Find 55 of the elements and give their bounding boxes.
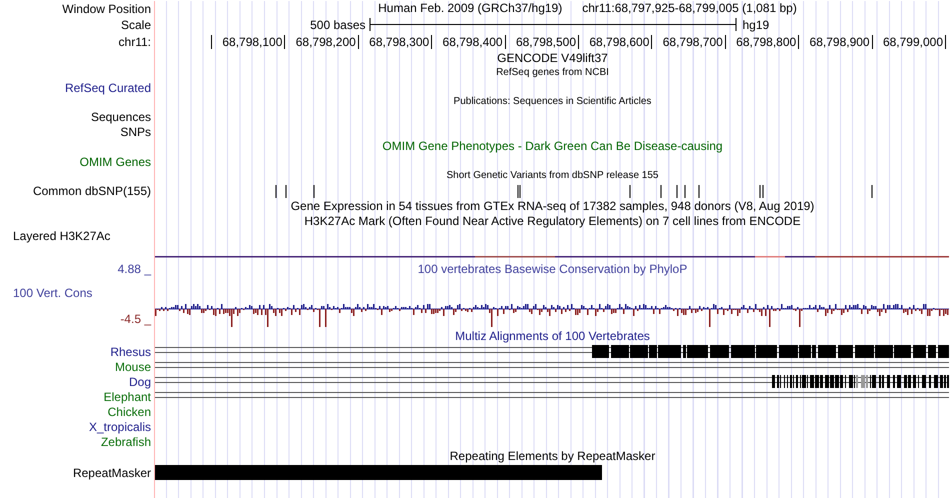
ruler-label: 68,798,800 — [736, 35, 796, 49]
window-position-label: Window Position — [62, 2, 151, 16]
chromosome-label: chr11: — [118, 35, 151, 49]
ruler-tick — [945, 35, 946, 49]
track-label: 100 Vert. Cons — [12, 286, 92, 300]
track-label: Zebrafish — [100, 434, 151, 448]
track-label: Dog — [128, 374, 151, 388]
ruler-tick — [431, 35, 432, 49]
track-label: SNPs — [120, 124, 151, 138]
ruler-tick — [872, 35, 873, 49]
assembly-title: Human Feb. 2009 (GRCh37/hg19) — [378, 1, 562, 15]
track-title: 100 vertebrates Basewise Conservation by PhyloP — [418, 262, 688, 277]
track-label: Sequences — [90, 110, 151, 124]
track-title: H3K27Ac Mark (Often Found Near Active Regulatory Elements) on 7 cell lines from ENCODE — [304, 214, 801, 229]
ruler-tick — [724, 35, 726, 49]
track-label: RepeatMasker — [72, 466, 151, 480]
ruler-label: 68,798,400 — [442, 35, 503, 49]
track-label: Mouse — [114, 360, 151, 374]
track-title: RefSeq genes from NCBI — [496, 66, 609, 80]
ruler-tick — [651, 35, 652, 49]
ruler-label: 68,798,300 — [369, 35, 430, 49]
track-label: Chicken — [108, 404, 151, 418]
track-label: Elephant — [104, 390, 151, 404]
track-title: Short Genetic Variants from dbSNP release 155 — [446, 169, 658, 183]
track-label: Layered H3K27Ac — [13, 229, 110, 243]
position-text: chr11:68,797,925-68,799,005 (1,081 bp) — [582, 1, 797, 15]
track-label: X_tropicalis — [88, 420, 151, 434]
track-label: RefSeq Curated — [64, 80, 151, 94]
axis-max-label: 4.88 _ — [118, 262, 151, 276]
track-label: OMIM Genes — [80, 154, 151, 168]
ruler-tick — [504, 35, 506, 49]
axis-min-label: -4.5 _ — [120, 312, 151, 326]
ruler-label: 68,799,000 — [882, 35, 943, 49]
track-title: Publications: Sequences in Scientific Articles — [454, 95, 652, 109]
assembly-name: hg19 — [742, 18, 770, 32]
scale-text: 500 bases — [309, 18, 366, 32]
track-title: Multiz Alignments of 100 Vertebrates — [455, 329, 650, 344]
ruler-tick — [284, 35, 286, 49]
ruler-tick — [358, 35, 359, 49]
ruler-label: 68,798,200 — [296, 35, 356, 49]
ruler-label: 68,798,900 — [810, 35, 870, 49]
ruler-tick — [211, 35, 212, 49]
track-title: Repeating Elements by RepeatMasker — [450, 449, 656, 464]
ruler-label: 68,798,700 — [662, 35, 723, 49]
track-label: Common dbSNP(155) — [32, 184, 151, 198]
track-title: GENCODE V49lift37 — [497, 51, 608, 66]
scale-label: Scale — [120, 18, 151, 32]
ruler-tick — [578, 35, 579, 49]
ruler-tick — [798, 35, 800, 49]
ruler-label: 68,798,600 — [589, 35, 650, 49]
ruler-label: 68,798,500 — [516, 35, 576, 49]
track-label: Rhesus — [110, 344, 151, 358]
track-title: OMIM Gene Phenotypes - Dark Green Can Be Disease-causing — [382, 139, 723, 154]
track-title: Gene Expression in 54 tissues from GTEx RNA-seq of 17382 samples, 948 donors (V8, Aug 2019) — [290, 199, 814, 214]
ruler-label: 68,798,100 — [222, 35, 282, 49]
